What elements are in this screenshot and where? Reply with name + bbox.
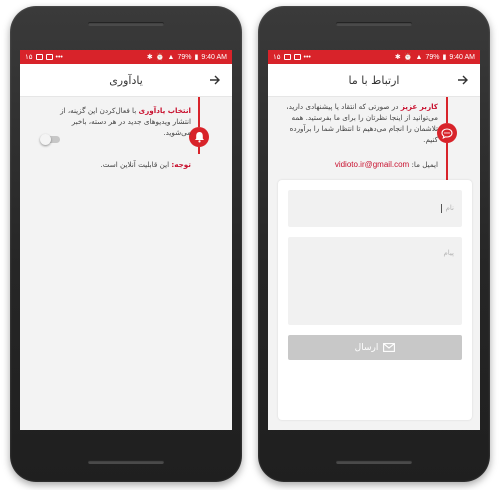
alarm-icon: ⏰ (403, 54, 413, 61)
signal-icon: ▲ (415, 53, 423, 61)
notification-count: ۱۵ (273, 54, 281, 61)
bluetooth-icon: ✱ (394, 54, 401, 61)
reminder-option-title: انتخاب یادآوری (138, 106, 191, 115)
bottom-speaker (88, 460, 164, 464)
message-notification-icon (293, 54, 301, 60)
send-button[interactable]: ارسال (288, 335, 462, 360)
alarm-icon: ⏰ (155, 54, 165, 61)
timeline-line (446, 97, 448, 123)
contact-screen: ۱۵ ••• ✱ ⏰ ▲ 79% ▮ 9:40 AM ارتباط با ما (268, 50, 480, 430)
more-notifications-icon: ••• (55, 53, 63, 61)
message-notification-icon (45, 54, 53, 60)
phone-reminder: ۱۵ ••• ✱ ⏰ ▲ 79% ▮ 9:40 AM یادآوری انتخا… (10, 6, 242, 482)
arrow-right-icon[interactable] (208, 73, 222, 87)
status-bar: ۱۵ ••• ✱ ⏰ ▲ 79% ▮ 9:40 AM (20, 50, 232, 64)
text-cursor (441, 203, 443, 213)
status-right: ✱ ⏰ ▲ 79% ▮ 9:40 AM (146, 53, 227, 62)
battery-percent: 79% (425, 53, 440, 61)
status-bar: ۱۵ ••• ✱ ⏰ ▲ 79% ▮ 9:40 AM (268, 50, 480, 64)
app-bar: یادآوری (20, 64, 232, 97)
image-notification-icon (283, 54, 291, 60)
timeline-line (198, 97, 200, 127)
name-placeholder: نام (445, 204, 454, 212)
status-right: ✱ ⏰ ▲ 79% ▮ 9:40 AM (394, 53, 475, 62)
reminder-content: انتخاب یادآوری با فعال‌کردن این گزینه، ا… (20, 97, 232, 430)
status-left: ۱۵ ••• (25, 53, 63, 62)
status-left: ۱۵ ••• (273, 53, 311, 62)
earpiece-speaker (336, 22, 412, 26)
intro-bold: کاربر عزیز (400, 102, 438, 111)
page-title: ارتباط با ما (348, 73, 400, 87)
clock: 9:40 AM (449, 53, 475, 61)
reminder-screen: ۱۵ ••• ✱ ⏰ ▲ 79% ▮ 9:40 AM یادآوری انتخا… (20, 50, 232, 430)
email-label: ایمیل ما: (411, 160, 438, 169)
battery-icon: ▮ (194, 54, 199, 61)
phone-contact: ۱۵ ••• ✱ ⏰ ▲ 79% ▮ 9:40 AM ارتباط با ما (258, 6, 490, 482)
bell-icon (189, 127, 209, 147)
toggle-knob (40, 133, 51, 145)
reminder-option-text: انتخاب یادآوری با فعال‌کردن این گزینه، ا… (42, 105, 191, 138)
battery-icon: ▮ (442, 54, 447, 61)
name-input[interactable]: نام (288, 190, 462, 227)
message-placeholder: پیام (443, 249, 454, 257)
message-input[interactable]: پیام (288, 237, 462, 325)
more-notifications-icon: ••• (303, 53, 311, 61)
clock: 9:40 AM (201, 53, 227, 61)
email-link[interactable]: vidioto.ir@gmail.com (335, 160, 409, 169)
app-bar: ارتباط با ما (268, 64, 480, 97)
image-notification-icon (35, 54, 43, 60)
earpiece-speaker (88, 22, 164, 26)
signal-icon: ▲ (167, 53, 175, 61)
battery-percent: 79% (177, 53, 192, 61)
send-label: ارسال (354, 342, 379, 353)
arrow-right-icon[interactable] (456, 73, 470, 87)
timeline-line (198, 147, 200, 154)
contact-intro: کاربر عزیز در صورتی که انتقاد یا پیشنهاد… (278, 101, 438, 145)
bottom-speaker (336, 460, 412, 464)
page-title: یادآوری (109, 73, 143, 87)
bluetooth-icon: ✱ (146, 54, 153, 61)
contact-content: کاربر عزیز در صورتی که انتقاد یا پیشنهاد… (268, 97, 480, 430)
note-label: توجه: (171, 160, 191, 169)
note-text: این قابلیت آنلاین است. (100, 160, 170, 169)
reminder-toggle[interactable] (40, 133, 60, 145)
contact-email-line: ایمیل ما: vidioto.ir@gmail.com (278, 159, 438, 170)
notification-count: ۱۵ (25, 54, 33, 61)
chat-icon (437, 123, 457, 143)
envelope-icon (383, 343, 396, 352)
contact-form-card: نام پیام ارسال (278, 180, 472, 420)
reminder-note: توجه: این قابلیت آنلاین است. (42, 159, 191, 170)
